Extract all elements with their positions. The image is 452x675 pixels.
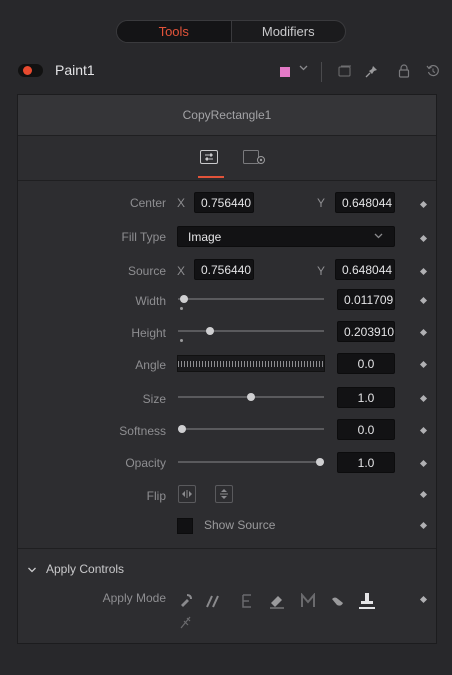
center-y-axis: Y — [317, 196, 326, 210]
tab-modifiers[interactable]: Modifiers — [230, 21, 346, 42]
default-marker — [180, 339, 183, 342]
source-y-field[interactable]: 0.648044 — [335, 259, 395, 280]
tab-tools[interactable]: Tools — [117, 21, 231, 42]
width-slider-knob[interactable] — [179, 295, 188, 303]
opacity-slider-knob[interactable] — [316, 458, 324, 466]
opacity-label: Opacity — [125, 456, 166, 470]
height-label: Height — [131, 326, 166, 340]
tool-title: CopyRectangle1 — [18, 95, 436, 136]
size-slider-knob[interactable] — [247, 393, 255, 401]
height-slider[interactable] — [178, 330, 324, 332]
flip-label: Flip — [146, 489, 166, 503]
softness-label: Softness — [119, 424, 166, 438]
smear-mode-icon[interactable] — [328, 591, 348, 611]
node-enable-toggle[interactable] — [18, 64, 43, 77]
opacity-slider[interactable] — [178, 461, 324, 463]
copy-icon[interactable] — [336, 62, 354, 80]
controls-tab-icon[interactable] — [200, 150, 218, 164]
softness-slider-knob[interactable] — [178, 425, 186, 433]
center-label: Center — [129, 196, 166, 210]
active-subtab-indicator — [198, 176, 224, 178]
record-dot-icon — [23, 66, 32, 75]
source-y-axis: Y — [317, 264, 326, 278]
pin-icon[interactable] — [362, 62, 380, 80]
inspector-subtabs — [18, 136, 436, 181]
header-divider — [321, 62, 322, 82]
chevron-down-icon[interactable] — [27, 564, 37, 578]
merge-mode-icon[interactable] — [298, 591, 318, 611]
fill-type-dropdown[interactable]: Image — [177, 226, 395, 247]
erase-mode-icon[interactable] — [267, 591, 287, 611]
stamp-mode-icon[interactable] — [357, 591, 377, 611]
apply-mode-label: Apply Mode — [102, 591, 166, 605]
opacity-field[interactable]: 1.0 — [337, 452, 395, 473]
node-color-swatch[interactable] — [280, 67, 290, 77]
size-field[interactable]: 1.0 — [337, 387, 395, 408]
show-source-checkbox[interactable] — [177, 518, 193, 534]
lock-icon[interactable] — [395, 62, 413, 80]
flip-vertical-icon[interactable] — [215, 485, 233, 503]
angle-thumbwheel[interactable] — [177, 355, 325, 372]
width-field[interactable]: 0.011709 — [337, 289, 395, 310]
source-label: Source — [127, 264, 166, 278]
fill-type-value: Image — [188, 229, 222, 244]
show-source-label: Show Source — [204, 518, 276, 532]
flip-horizontal-icon[interactable] — [178, 485, 196, 503]
size-label: Size — [142, 392, 166, 406]
center-y-field[interactable]: 0.648044 — [335, 192, 395, 213]
reset-icon[interactable] — [424, 62, 442, 80]
height-field[interactable]: 0.203910 — [337, 321, 395, 342]
source-x-field[interactable]: 0.756440 — [194, 259, 254, 280]
width-slider[interactable] — [178, 298, 324, 300]
softness-slider[interactable] — [178, 428, 324, 430]
apply-controls-header[interactable]: Apply Controls — [46, 562, 124, 576]
softness-field[interactable]: 0.0 — [337, 419, 395, 440]
tool-tab-switch: Tools Modifiers — [116, 20, 346, 43]
wire-mode-icon[interactable] — [176, 612, 196, 632]
default-marker — [180, 307, 183, 310]
section-divider — [18, 548, 436, 549]
settings-tab-icon[interactable] — [243, 150, 265, 164]
angle-field[interactable]: 0.0 — [337, 353, 395, 374]
clone-mode-icon[interactable] — [203, 591, 223, 611]
emboss-mode-icon[interactable] — [237, 591, 257, 611]
chevron-down-icon[interactable] — [298, 62, 309, 76]
color-mode-icon[interactable] — [176, 591, 196, 611]
center-x-field[interactable]: 0.756440 — [194, 192, 254, 213]
angle-label: Angle — [135, 358, 166, 372]
center-x-axis: X — [177, 196, 186, 210]
fill-type-label: Fill Type — [121, 230, 166, 244]
source-x-axis: X — [177, 264, 186, 278]
width-label: Width — [135, 294, 166, 308]
chevron-down-icon — [373, 230, 384, 244]
node-name: Paint1 — [55, 62, 95, 78]
